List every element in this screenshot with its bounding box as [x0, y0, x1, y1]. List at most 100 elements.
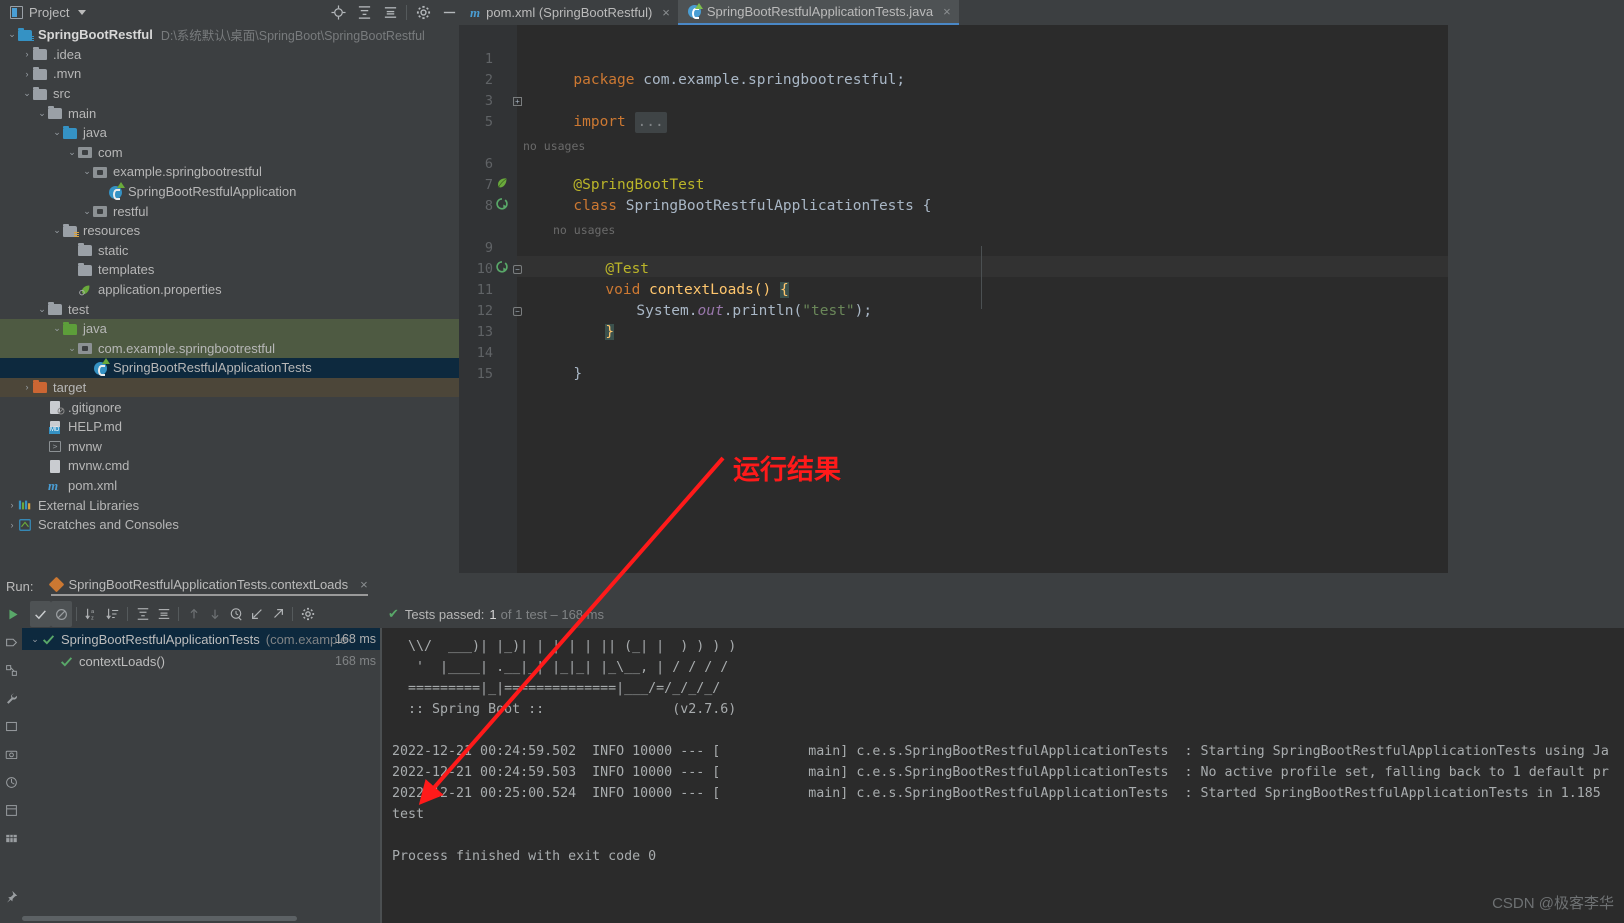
project-tree-label: example.springbootrestful	[113, 164, 262, 180]
project-tree-row[interactable]: ⌄ com	[0, 143, 459, 163]
chevron-down-icon[interactable]: ⌄	[66, 147, 78, 158]
project-tree-row[interactable]: ⌄ restful	[0, 201, 459, 221]
project-tree-row[interactable]: ›static	[0, 241, 459, 261]
minimize-icon[interactable]	[436, 0, 462, 25]
console-line: 2022-12-21 00:25:00.524 INFO 10000 --- […	[392, 786, 1601, 801]
project-tree-row[interactable]: ⌄ test	[0, 299, 459, 319]
project-tree-row[interactable]: ⌄ com.example.springbootrestful	[0, 338, 459, 359]
hide-ignored-icon[interactable]	[51, 601, 72, 627]
export-tests-icon[interactable]	[267, 601, 288, 627]
project-tree-row[interactable]: ⌄ resources	[0, 221, 459, 241]
project-tree-row[interactable]: ⌄ src	[0, 84, 459, 104]
collapse-all-icon[interactable]	[377, 0, 403, 25]
project-tree-row[interactable]: ›mvnw.cmd	[0, 456, 459, 476]
editor-tab-tests[interactable]: SpringBootRestfulApplicationTests.java ×	[677, 0, 959, 25]
project-toolwindow-label: Project	[29, 5, 70, 20]
run-console-output[interactable]: \\/ ___)| |_)| | | | | || (_| | ) ) ) ) …	[382, 628, 1624, 923]
project-tree-row[interactable]: › Scratches and Consoles	[0, 515, 459, 535]
spring-leaf-icon[interactable]	[495, 175, 511, 196]
next-failed-icon[interactable]	[204, 601, 225, 627]
chevron-down-icon[interactable]: ⌄	[28, 634, 42, 645]
code-line-9: @Test	[553, 238, 649, 277]
project-tree-row[interactable]: ⌄ example.springbootrestful	[0, 162, 459, 182]
fold-collapse-icon[interactable]: −	[513, 307, 522, 316]
project-tree-row[interactable]: › target	[0, 377, 459, 398]
import-fold-placeholder[interactable]: ...	[634, 112, 667, 133]
chevron-right-icon[interactable]: ›	[21, 69, 33, 79]
rerun-icon[interactable]	[3, 601, 24, 627]
chevron-down-icon[interactable]: ⌄	[36, 304, 48, 315]
chevron-right-icon[interactable]: ›	[21, 49, 33, 59]
project-tree-row[interactable]: ›>mvnw	[0, 436, 459, 456]
project-tree-row[interactable]: › External Libraries	[0, 495, 459, 515]
project-tree-row[interactable]: ›application.properties	[0, 280, 459, 300]
chevron-down-icon[interactable]: ⌄	[51, 127, 63, 138]
project-tree-row[interactable]: ›SpringBootRestfulApplicationTests	[0, 357, 459, 378]
chevron-down-icon[interactable]: ⌄	[51, 323, 63, 334]
run-test-icon[interactable]	[495, 259, 511, 280]
settings-icon[interactable]	[297, 601, 318, 627]
chevron-right-icon[interactable]: ›	[21, 382, 33, 392]
test-tree-row[interactable]: ⌄ SpringBootRestfulApplicationTests (com.e…	[22, 628, 380, 650]
run-toolbar: az	[0, 600, 1624, 628]
chevron-down-icon[interactable]: ⌄	[81, 166, 93, 177]
test-tree-row[interactable]: contextLoads() 168 ms	[22, 650, 380, 672]
chevron-down-icon[interactable]: ⌄	[36, 108, 48, 119]
test-results-tree[interactable]: ⌄ SpringBootRestfulApplicationTests (com.e…	[22, 628, 380, 923]
project-tree-row[interactable]: ⌄ SpringBootRestful D:\系统默认\桌面\SpringBoot\…	[0, 25, 459, 45]
profiler-icon[interactable]	[5, 776, 18, 792]
chevron-right-icon[interactable]: ›	[6, 520, 18, 530]
test-tree-hscrollbar[interactable]	[22, 916, 362, 923]
chevron-down-icon[interactable]: ⌄	[66, 343, 78, 354]
collapse-all-icon[interactable]	[153, 601, 174, 627]
project-tree-row[interactable]: ›SpringBootRestfulApplication	[0, 181, 459, 202]
project-tree-row[interactable]: ›templates	[0, 260, 459, 280]
project-tree-row[interactable]: › .mvn	[0, 64, 459, 84]
chevron-down-icon[interactable]: ⌄	[21, 88, 33, 99]
project-tree-row[interactable]: ›MDHELP.md	[0, 417, 459, 437]
prev-failed-icon[interactable]	[183, 601, 204, 627]
debugger-icon[interactable]	[5, 636, 18, 652]
close-icon[interactable]: ×	[662, 5, 670, 20]
chevron-down-icon[interactable]: ⌄	[81, 206, 93, 217]
table-icon[interactable]	[5, 832, 18, 848]
threads-icon[interactable]	[5, 664, 18, 680]
layout-icon[interactable]	[5, 804, 18, 820]
pin-icon[interactable]	[5, 890, 18, 906]
run-test-icon[interactable]	[495, 196, 511, 217]
project-tree-row[interactable]: ⌄ java	[0, 318, 459, 339]
expand-all-icon[interactable]	[351, 0, 377, 25]
project-tree-row[interactable]: ⌄ java	[0, 123, 459, 143]
close-icon[interactable]: ×	[360, 577, 368, 592]
camera-icon[interactable]	[5, 748, 18, 764]
editor-tab-pom[interactable]: m pom.xml (SpringBootRestful) ×	[460, 0, 678, 25]
sort-alphabetically-icon[interactable]: az	[81, 601, 102, 627]
chevron-right-icon[interactable]: ›	[6, 500, 18, 510]
history-icon[interactable]	[225, 601, 246, 627]
console-icon[interactable]	[5, 720, 18, 736]
chevron-down-icon[interactable]	[78, 10, 87, 15]
locate-icon[interactable]	[325, 0, 351, 25]
chevron-down-icon[interactable]: ⌄	[51, 225, 63, 236]
shell-script-icon: >	[48, 439, 63, 453]
sort-by-duration-icon[interactable]	[102, 601, 123, 627]
project-tree-row[interactable]: ⌄ main	[0, 103, 459, 123]
import-tests-icon[interactable]	[246, 601, 267, 627]
project-tree-row[interactable]: ›.gitignore	[0, 397, 459, 417]
gear-icon[interactable]	[410, 0, 436, 25]
show-passed-icon[interactable]	[30, 601, 51, 627]
expand-all-icon[interactable]	[132, 601, 153, 627]
fold-collapse-icon[interactable]: −	[513, 265, 522, 274]
project-tree-row[interactable]: › .idea	[0, 45, 459, 65]
project-tree-label: .gitignore	[68, 399, 122, 415]
wrench-icon[interactable]	[5, 692, 18, 708]
project-tree-label: SpringBootRestfulApplication	[128, 184, 297, 200]
chevron-down-icon[interactable]: ⌄	[6, 29, 18, 40]
project-tree-row[interactable]: ›mpom.xml	[0, 476, 459, 496]
run-configuration-tab[interactable]: SpringBootRestfulApplicationTests.contex…	[49, 576, 368, 596]
project-toolwindow-button[interactable]: Project	[0, 5, 190, 20]
close-icon[interactable]: ×	[943, 4, 951, 19]
code-editor[interactable]: 1 2 3 5 6 7 8 9 10 11 12 13 14 15 + − − …	[459, 25, 1624, 573]
keyword-package: package	[573, 72, 635, 88]
project-tree[interactable]: ⌄ SpringBootRestful D:\系统默认\桌面\SpringBoot\…	[0, 25, 459, 573]
